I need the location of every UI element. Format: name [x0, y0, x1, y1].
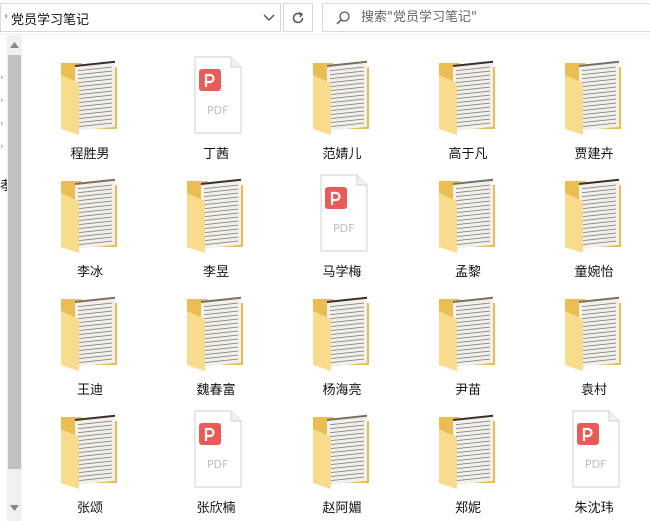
scrollbar-thumb[interactable]: [8, 55, 21, 469]
pdf-type-label: PDF: [585, 458, 606, 471]
pdf-file-icon: PDF: [555, 407, 633, 493]
pdf-type-label: PDF: [207, 458, 228, 471]
item-label: 李冰: [76, 265, 103, 280]
pdf-type-label: PDF: [207, 104, 228, 117]
item-label: 袁村: [580, 383, 607, 398]
item-label: 高于凡: [448, 147, 488, 162]
item-label: 张欣楠: [196, 501, 236, 516]
item-label: 朱沈玮: [574, 501, 614, 516]
address-bar[interactable]: › 党员学习笔记: [0, 3, 281, 32]
item-label: 郑妮: [454, 501, 481, 516]
scroll-up-icon[interactable]: [10, 42, 19, 48]
folder-item[interactable]: 张颂: [39, 407, 141, 517]
item-label: 赵阿媚: [322, 501, 362, 516]
folder-icon: [555, 171, 633, 257]
expand-arrow-icon[interactable]: ›: [0, 119, 4, 129]
folder-item[interactable]: 李冰: [39, 171, 141, 281]
breadcrumb-separator-icon[interactable]: ›: [4, 11, 8, 22]
folder-icon: [555, 53, 633, 139]
navigation-pane[interactable]: › › › › 孝: [0, 35, 13, 521]
pdf-file-icon: PDF: [177, 53, 255, 139]
folder-item[interactable]: 郑妮: [417, 407, 519, 517]
folder-item[interactable]: 杨海亮: [291, 289, 393, 399]
folder-icon: [555, 289, 633, 375]
folder-icon: [51, 53, 129, 139]
folder-item[interactable]: 贾建卉: [543, 53, 645, 163]
folder-icon: [429, 171, 507, 257]
folder-icon: [303, 407, 381, 493]
folder-icon: [177, 289, 255, 375]
expand-arrow-icon[interactable]: ›: [0, 73, 4, 83]
folder-icon: [51, 289, 129, 375]
item-label: 王迪: [76, 383, 103, 398]
folder-icon: [303, 53, 381, 139]
scroll-down-icon[interactable]: [10, 505, 19, 511]
item-label: 贾建卉: [574, 147, 614, 162]
item-label: 魏春富: [196, 383, 236, 398]
folder-item[interactable]: 李昱: [165, 171, 267, 281]
folder-item[interactable]: 魏春富: [165, 289, 267, 399]
folder-icon: [429, 53, 507, 139]
item-label: 程胜男: [70, 147, 110, 162]
item-label: 丁茜: [202, 147, 229, 162]
folder-item[interactable]: 孟黎: [417, 171, 519, 281]
refresh-icon: [292, 11, 304, 23]
pdf-type-label: PDF: [333, 222, 354, 235]
item-label: 马学梅: [322, 265, 362, 280]
item-label: 范婧儿: [322, 147, 362, 162]
expand-arrow-icon[interactable]: ›: [0, 142, 4, 152]
vertical-scrollbar[interactable]: [7, 36, 22, 521]
folder-icon: [429, 407, 507, 493]
toolbar: › 党员学习笔记: [0, 0, 650, 35]
search-box[interactable]: [322, 3, 650, 32]
pdf-file-item[interactable]: PDF 丁茜: [165, 53, 267, 163]
expand-arrow-icon[interactable]: ›: [0, 96, 4, 106]
item-label: 童婉怡: [574, 265, 614, 280]
folder-item[interactable]: 袁村: [543, 289, 645, 399]
folder-icon: [429, 289, 507, 375]
pdf-file-icon: PDF: [303, 171, 381, 257]
folder-item[interactable]: 范婧儿: [291, 53, 393, 163]
pdf-file-item[interactable]: PDF 朱沈玮: [543, 407, 645, 517]
refresh-button[interactable]: [283, 3, 313, 32]
item-label: 杨海亮: [322, 383, 362, 398]
item-label: 张颂: [76, 501, 103, 516]
address-path[interactable]: 党员学习笔记: [11, 9, 89, 28]
item-label: 尹苗: [454, 383, 481, 398]
item-label: 孟黎: [454, 265, 481, 280]
folder-icon: [303, 289, 381, 375]
folder-item[interactable]: 童婉怡: [543, 171, 645, 281]
folder-item[interactable]: 高于凡: [417, 53, 519, 163]
folder-item[interactable]: 尹苗: [417, 289, 519, 399]
item-label: 李昱: [202, 265, 229, 280]
chevron-down-icon[interactable]: [258, 4, 280, 31]
pdf-file-icon: PDF: [177, 407, 255, 493]
folder-item[interactable]: 程胜男: [39, 53, 141, 163]
folder-item[interactable]: 王迪: [39, 289, 141, 399]
pdf-file-item[interactable]: PDF 张欣楠: [165, 407, 267, 517]
folder-icon: [51, 171, 129, 257]
search-icon: [336, 11, 350, 25]
folder-item[interactable]: 赵阿媚: [291, 407, 393, 517]
search-input[interactable]: [361, 5, 641, 30]
folder-icon: [177, 171, 255, 257]
folder-icon: [51, 407, 129, 493]
pdf-file-item[interactable]: PDF 马学梅: [291, 171, 393, 281]
